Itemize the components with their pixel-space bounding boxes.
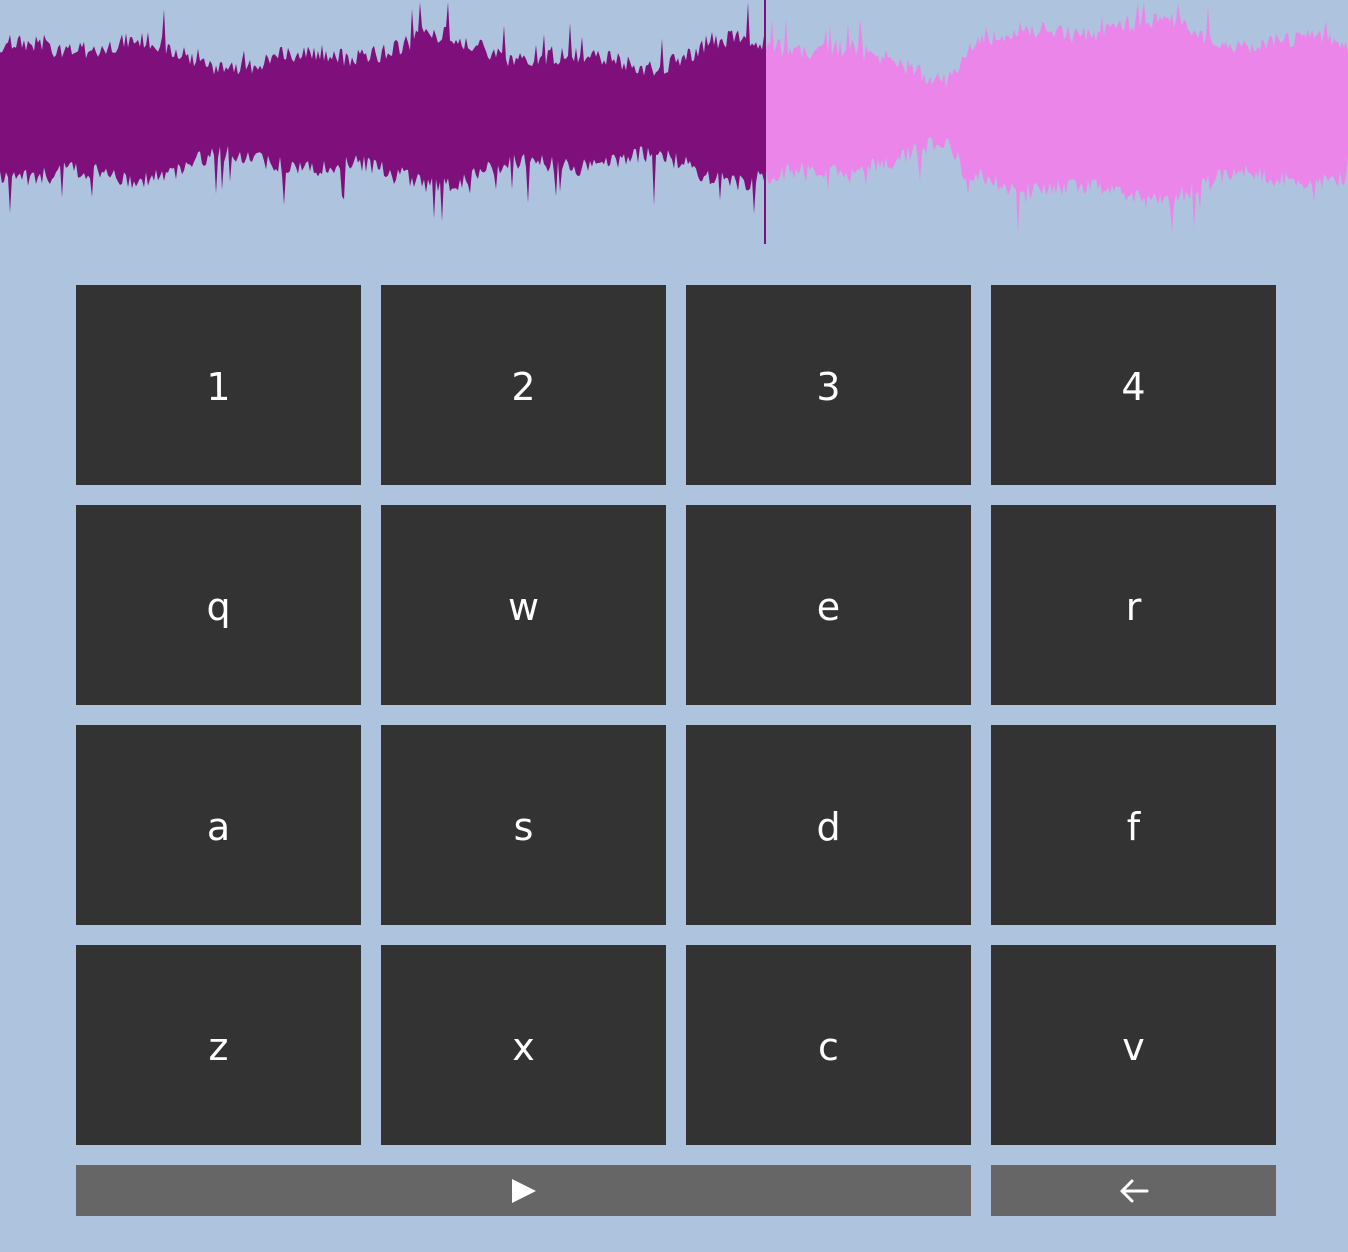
pad-f[interactable]: f — [991, 725, 1276, 925]
pad-4[interactable]: 4 — [991, 285, 1276, 485]
pad-label: z — [208, 1025, 229, 1069]
pad-q[interactable]: q — [76, 505, 361, 705]
pad-a[interactable]: a — [76, 725, 361, 925]
waveform-unplayed-region — [764, 2, 1348, 234]
transport-controls — [76, 1165, 1276, 1216]
pad-d[interactable]: d — [686, 725, 971, 925]
play-button[interactable] — [76, 1165, 971, 1216]
pad-c[interactable]: c — [686, 945, 971, 1145]
pad-label: e — [816, 585, 841, 629]
pad-label: 1 — [206, 365, 231, 409]
pad-label: c — [818, 1025, 839, 1069]
pad-label: 3 — [816, 365, 841, 409]
pad-label: s — [513, 805, 534, 849]
play-icon — [511, 1178, 536, 1203]
waveform[interactable] — [0, 0, 1348, 246]
pad-label: 4 — [1121, 365, 1146, 409]
pad-v[interactable]: v — [991, 945, 1276, 1145]
pad-label: r — [1125, 585, 1142, 629]
pad-label: q — [206, 585, 231, 629]
pad-label: d — [816, 805, 841, 849]
waveform-played-region — [0, 2, 764, 222]
pad-grid: 1 2 3 4 q w e r a s d f z x c v — [76, 285, 1276, 1145]
pad-r[interactable]: r — [991, 505, 1276, 705]
pad-x[interactable]: x — [381, 945, 666, 1145]
pad-e[interactable]: e — [686, 505, 971, 705]
pad-label: w — [507, 585, 540, 629]
pad-label: f — [1126, 805, 1141, 849]
pad-s[interactable]: s — [381, 725, 666, 925]
pad-w[interactable]: w — [381, 505, 666, 705]
pad-2[interactable]: 2 — [381, 285, 666, 485]
pad-label: a — [206, 805, 231, 849]
pad-3[interactable]: 3 — [686, 285, 971, 485]
arrow-left-icon — [1120, 1179, 1148, 1202]
back-button[interactable] — [991, 1165, 1276, 1216]
pad-label: x — [512, 1025, 535, 1069]
pad-1[interactable]: 1 — [76, 285, 361, 485]
pad-label: v — [1122, 1025, 1145, 1069]
pad-z[interactable]: z — [76, 945, 361, 1145]
pad-label: 2 — [511, 365, 536, 409]
